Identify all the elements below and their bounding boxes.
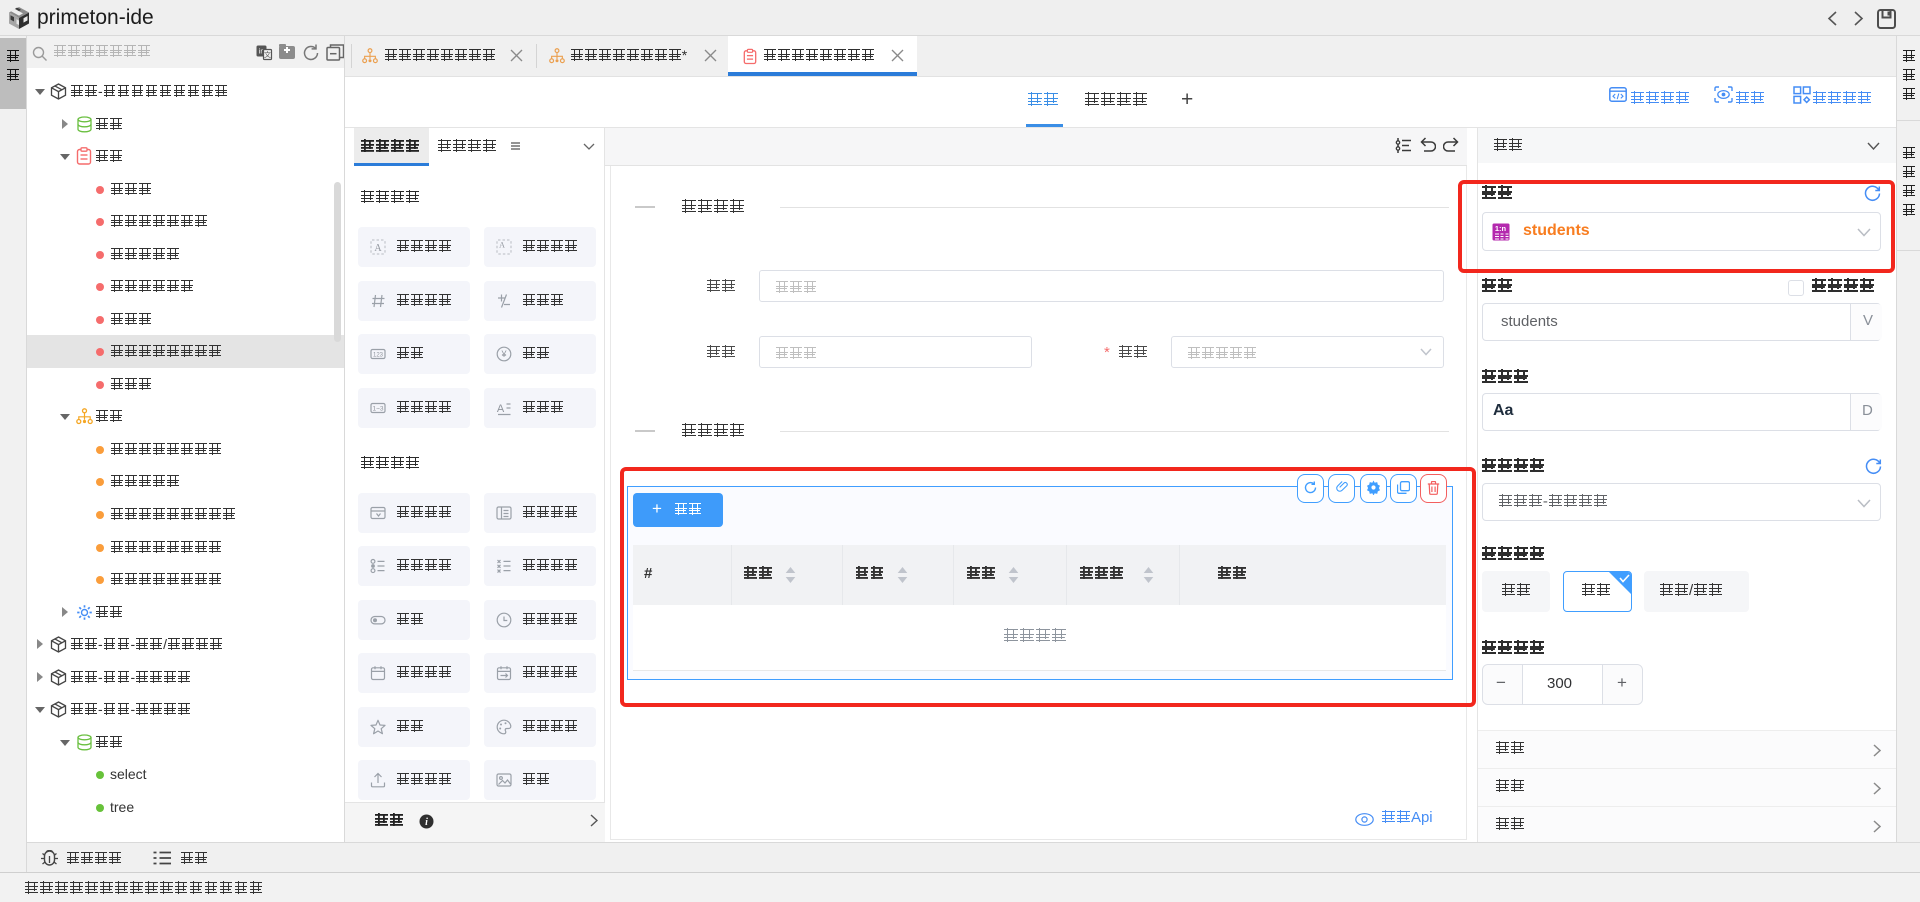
- svg-text:A: A: [499, 241, 505, 250]
- svg-text:1~3: 1~3: [372, 406, 383, 413]
- svg-text:i: i: [425, 817, 428, 828]
- svg-text:123: 123: [373, 353, 384, 359]
- svg-text:A: A: [374, 243, 382, 254]
- svg-text:¥: ¥: [500, 349, 507, 359]
- svg-text:A: A: [497, 403, 505, 415]
- svg-text:文: 文: [264, 50, 271, 59]
